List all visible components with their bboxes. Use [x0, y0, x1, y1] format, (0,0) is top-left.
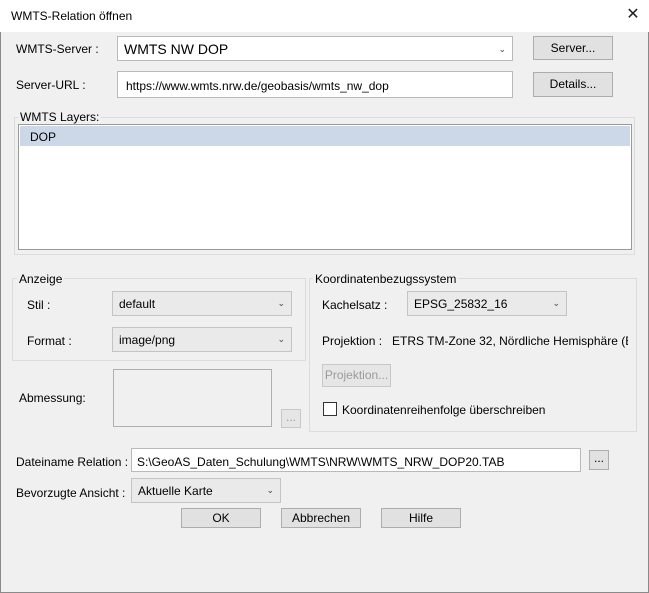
server-select[interactable]: WMTS NW DOP ⌄ — [117, 36, 513, 61]
layer-dop-label: DOP — [30, 130, 57, 144]
server-label: WMTS-Server : — [16, 42, 99, 56]
stil-select-value: default — [119, 297, 156, 311]
view-select[interactable]: Aktuelle Karte ⌄ — [131, 478, 281, 503]
chevron-down-icon: ⌄ — [277, 298, 285, 308]
format-select-value: image/png — [119, 333, 176, 347]
view-label: Bevorzugte Ansicht : — [16, 486, 126, 500]
kachelsatz-select[interactable]: EPSG_25832_16 ⌄ — [407, 291, 567, 316]
file-path-field[interactable]: S:\GeoAS_Daten_Schulung\WMTS\NRW\WMTS_NR… — [131, 448, 581, 472]
help-button[interactable]: Hilfe — [381, 508, 461, 528]
abmessung-label: Abmessung: — [19, 391, 86, 405]
server-url-value: https://www.wmts.nrw.de/geobasis/wmts_nw… — [126, 79, 389, 93]
layers-group-label: WMTS Layers: — [18, 110, 102, 124]
projektion-label: Projektion : — [322, 334, 383, 348]
cancel-button[interactable]: Abbrechen — [281, 508, 361, 528]
override-label: Koordinatenreihenfolge überschreiben — [342, 403, 546, 417]
server-url-label: Server-URL : — [16, 78, 86, 92]
anzeige-group-label: Anzeige — [17, 272, 65, 286]
format-label: Format : — [27, 334, 72, 348]
chevron-down-icon: ⌄ — [552, 298, 560, 308]
server-url-field[interactable]: https://www.wmts.nrw.de/geobasis/wmts_nw… — [117, 71, 513, 98]
stil-label: Stil : — [27, 298, 51, 312]
close-icon[interactable]: ✕ — [624, 6, 642, 24]
abmessung-button[interactable]: ... — [281, 409, 301, 428]
chevron-down-icon: ⌄ — [498, 44, 506, 54]
chevron-down-icon: ⌄ — [277, 334, 285, 344]
stil-select[interactable]: default ⌄ — [112, 291, 292, 316]
crs-group-label: Koordinatenbezugssystem — [313, 272, 459, 286]
override-checkbox[interactable] — [323, 402, 337, 416]
abmessung-preview — [113, 369, 272, 427]
window-title: WMTS-Relation öffnen — [11, 9, 133, 23]
ok-button[interactable]: OK — [181, 508, 261, 528]
layers-list[interactable]: DOP — [18, 124, 632, 250]
view-select-value: Aktuelle Karte — [138, 484, 213, 498]
details-button[interactable]: Details... — [533, 72, 613, 97]
format-select[interactable]: image/png ⌄ — [112, 327, 292, 352]
list-item[interactable]: DOP — [20, 126, 630, 146]
server-select-value: WMTS NW DOP — [124, 41, 229, 57]
browse-button[interactable]: ... — [589, 450, 609, 470]
projektion-button[interactable]: Projektion... — [322, 364, 391, 387]
projektion-value: ETRS TM-Zone 32, Nördliche Hemisphäre (E… — [392, 334, 628, 348]
title-bar: WMTS-Relation öffnen ✕ — [0, 0, 649, 32]
file-path-value: S:\GeoAS_Daten_Schulung\WMTS\NRW\WMTS_NR… — [137, 455, 505, 469]
kachelsatz-select-value: EPSG_25832_16 — [414, 297, 508, 311]
kachelsatz-label: Kachelsatz : — [322, 298, 388, 312]
file-label: Dateiname Relation : — [16, 455, 129, 469]
chevron-down-icon: ⌄ — [266, 485, 274, 495]
server-button[interactable]: Server... — [533, 36, 613, 60]
